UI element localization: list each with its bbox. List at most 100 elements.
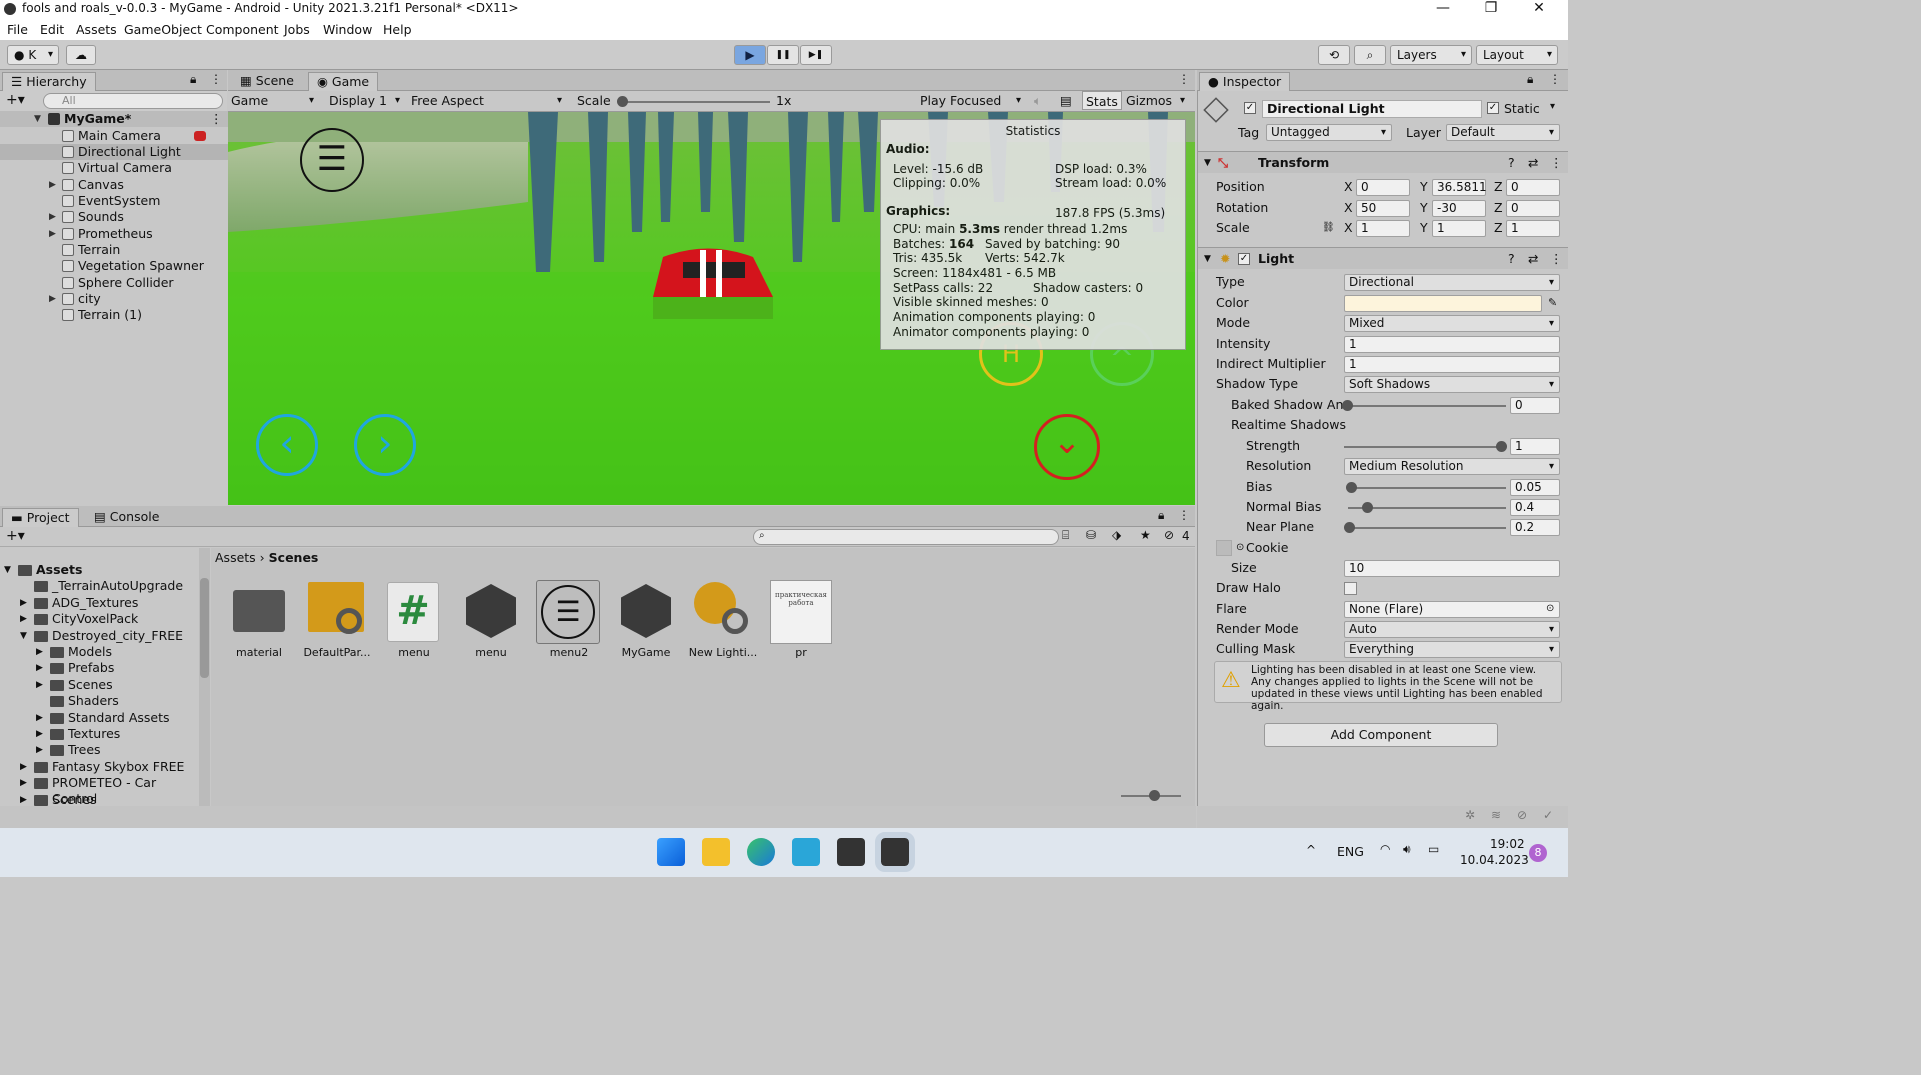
hierarchy-item[interactable]: Main Camera	[0, 128, 228, 144]
stats-toggle[interactable]: Stats	[1082, 91, 1122, 110]
history-button[interactable]: ⟲	[1318, 45, 1350, 65]
minimize-button[interactable]: —	[1420, 0, 1466, 19]
render-mode-dropdown[interactable]: Auto	[1344, 621, 1560, 638]
rotation-y-field[interactable]: -30	[1432, 200, 1486, 217]
favorite-star-icon[interactable]: ★	[1140, 528, 1151, 542]
tree-scrollbar[interactable]	[199, 548, 210, 806]
tab-console[interactable]: ▤ Console	[86, 508, 167, 527]
chevron-up-icon[interactable]: ^	[1306, 843, 1316, 857]
breadcrumb-assets[interactable]: Assets	[215, 550, 256, 565]
menu-help[interactable]: Help	[383, 19, 412, 40]
slider-handle[interactable]	[1344, 522, 1355, 533]
slider-handle[interactable]	[1342, 400, 1353, 411]
windows-start-icon[interactable]	[657, 838, 685, 866]
expand-arrow-icon[interactable]: ▶	[36, 710, 43, 726]
normal-bias-field[interactable]: 0.4	[1510, 499, 1560, 516]
edge-browser-icon[interactable]	[747, 838, 775, 866]
kebab-menu-icon[interactable]: ⋮	[1550, 152, 1563, 174]
active-checkbox[interactable]: ✓	[1244, 102, 1256, 114]
hierarchy-item[interactable]: Vegetation Spawner	[0, 258, 228, 274]
folder-tree-item[interactable]: ▼ Assets	[0, 562, 200, 578]
x-label[interactable]: X	[1344, 218, 1353, 238]
static-checkbox[interactable]: ✓	[1487, 102, 1499, 114]
menu-window[interactable]: Window	[323, 19, 372, 40]
scrollbar-thumb[interactable]	[200, 578, 209, 678]
x-label[interactable]: X	[1344, 177, 1353, 197]
hierarchy-item[interactable]: Sphere Collider	[0, 275, 228, 291]
display-dropdown[interactable]: Display 1	[329, 91, 405, 111]
cookie-texture-slot[interactable]	[1216, 540, 1232, 556]
tab-scene[interactable]: ▦ Scene	[232, 72, 302, 91]
folder-tree-item[interactable]: ▶ Trees	[0, 742, 200, 758]
mute-audio-icon[interactable]: 🔈︎	[1034, 91, 1042, 111]
bias-field[interactable]: 0.05	[1510, 479, 1560, 496]
light-color-swatch[interactable]	[1344, 295, 1542, 312]
hierarchy-item-selected[interactable]: Directional Light	[0, 144, 228, 160]
menu-edit[interactable]: Edit	[40, 19, 64, 40]
search-by-type-icon[interactable]: ⌸	[1062, 528, 1069, 543]
kebab-menu-icon[interactable]: ⋮	[1178, 508, 1190, 522]
flare-field[interactable]: None (Flare)	[1344, 601, 1560, 618]
scale-x-field[interactable]: 1	[1356, 220, 1410, 237]
resolution-icon[interactable]: ▤	[1060, 91, 1072, 111]
lock-icon[interactable]: 🔒︎	[1527, 72, 1533, 87]
account-dropdown[interactable]: ● K	[7, 45, 59, 65]
thumbnail-slider-handle[interactable]	[1149, 790, 1160, 801]
unity-editor-icon[interactable]	[875, 832, 915, 872]
folder-tree-item[interactable]: ▶ Scenes	[0, 677, 200, 693]
expand-arrow-icon[interactable]: ▶	[49, 226, 56, 242]
filter-type-icon[interactable]: ⛁	[1086, 528, 1096, 542]
scale-z-field[interactable]: 1	[1506, 220, 1560, 237]
hierarchy-item[interactable]: ▶ city	[0, 291, 228, 307]
folder-tree-item[interactable]: ▶ Fantasy Skybox FREE	[0, 759, 200, 775]
store-icon[interactable]	[792, 838, 820, 866]
expand-arrow-icon[interactable]: ▶	[49, 209, 56, 225]
expand-arrow-icon[interactable]: ▶	[36, 677, 43, 693]
y-label[interactable]: Y	[1420, 177, 1428, 197]
kebab-menu-icon[interactable]: ⋮	[1550, 248, 1563, 270]
search-button[interactable]: ⌕	[1354, 45, 1386, 65]
help-icon[interactable]: ?	[1508, 152, 1515, 174]
expand-arrow-icon[interactable]: ▶	[36, 644, 43, 660]
near-plane-slider[interactable]	[1348, 527, 1506, 529]
kebab-menu-icon[interactable]: ⋮	[1549, 72, 1561, 86]
gizmos-toggle[interactable]: Gizmos	[1126, 91, 1172, 111]
intensity-field[interactable]: 1	[1344, 336, 1560, 353]
folder-tree-item[interactable]: ▶ ADG_Textures	[0, 595, 200, 611]
gizmos-dropdown-icon[interactable]: ▾	[1180, 91, 1185, 111]
position-y-field[interactable]: 36.5811	[1432, 179, 1487, 196]
brake-button[interactable]: ⌄	[1034, 414, 1100, 480]
position-z-field[interactable]: 0	[1506, 179, 1560, 196]
presets-icon[interactable]: ⇄	[1528, 248, 1538, 270]
bug-icon[interactable]: ✲	[1465, 808, 1475, 822]
object-name-field[interactable]: Directional Light	[1262, 100, 1482, 118]
position-x-field[interactable]: 0	[1356, 179, 1410, 196]
slider-handle[interactable]	[1496, 441, 1507, 452]
pause-button[interactable]: ❚❚	[767, 45, 799, 65]
layout-dropdown[interactable]: Layout	[1476, 45, 1558, 65]
transform-header[interactable]: ▼ ⤡ Transform ? ⇄ ⋮	[1198, 151, 1568, 173]
draw-halo-checkbox[interactable]	[1344, 582, 1357, 595]
strength-slider[interactable]	[1344, 446, 1504, 448]
baked-shadow-slider[interactable]	[1348, 405, 1506, 407]
battery-icon[interactable]: ▭	[1428, 842, 1439, 856]
menu-assets[interactable]: Assets	[76, 19, 117, 40]
play-focused-dropdown[interactable]: Play Focused	[920, 91, 1026, 111]
scale-y-field[interactable]: 1	[1432, 220, 1486, 237]
layer-dropdown[interactable]: Default	[1446, 124, 1560, 141]
folder-tree-item[interactable]: ▶ CityVoxelPack	[0, 611, 200, 627]
lock-icon[interactable]: 🔒︎	[1158, 508, 1164, 523]
rotation-x-field[interactable]: 50	[1356, 200, 1410, 217]
expand-arrow-icon[interactable]: ▶	[36, 742, 43, 758]
restore-button[interactable]: ❐	[1468, 0, 1514, 19]
scene-row[interactable]: ▼ MyGame* ⋮	[0, 111, 228, 127]
expand-arrow-icon[interactable]: ▶	[20, 775, 27, 791]
expand-arrow-icon[interactable]: ▶	[20, 792, 27, 806]
hierarchy-item[interactable]: Terrain	[0, 242, 228, 258]
breadcrumb-scenes[interactable]: Scenes	[269, 550, 319, 565]
language-indicator[interactable]: ENG	[1337, 844, 1364, 859]
link-icon[interactable]: ⛓	[1322, 218, 1335, 238]
folder-tree-item[interactable]: ▶ Prefabs	[0, 660, 200, 676]
tab-game[interactable]: ◉ Game	[308, 72, 379, 91]
eyedropper-icon[interactable]: ✎	[1548, 293, 1557, 313]
